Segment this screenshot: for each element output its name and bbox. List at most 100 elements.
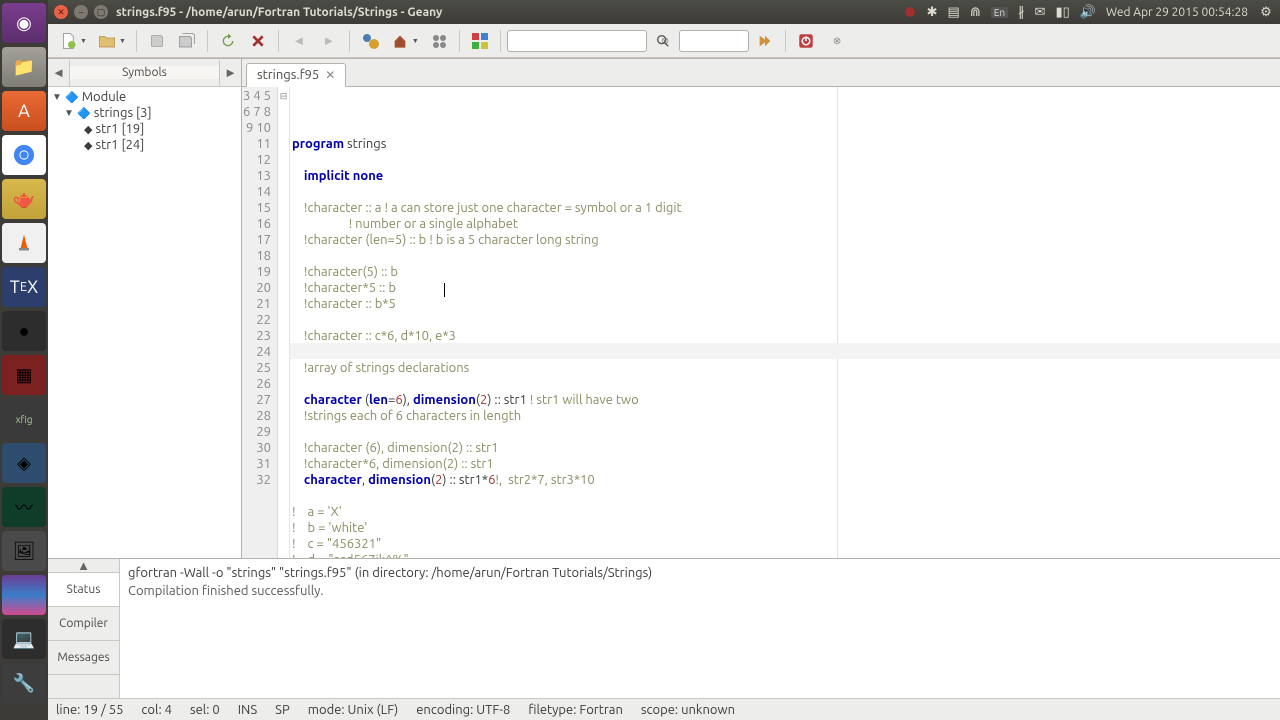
l11: !character(5) :: b bbox=[292, 265, 398, 279]
quit-button[interactable] bbox=[792, 27, 820, 55]
window-maximize[interactable]: ▢ bbox=[94, 5, 108, 19]
launcher-app3[interactable]: 〰 bbox=[2, 487, 46, 527]
toolbar: ▼ ▼ ◄ ► ▼ ⊗ ⊗ bbox=[48, 24, 1280, 58]
search-input[interactable] bbox=[512, 35, 661, 47]
record-icon[interactable] bbox=[903, 5, 917, 19]
l12: !character*5 :: b bbox=[292, 281, 396, 295]
save-button[interactable] bbox=[143, 27, 171, 55]
status-sel: sel: 0 bbox=[190, 703, 220, 717]
launcher-virtualbox[interactable]: ◈ bbox=[2, 443, 46, 483]
launcher-app7[interactable]: 🔧 bbox=[2, 663, 46, 703]
text-cursor bbox=[444, 283, 445, 297]
l15: !character :: c*6, d*10, e*3 bbox=[292, 329, 456, 343]
msg-tab-messages[interactable]: Messages bbox=[48, 641, 119, 675]
window-minimize[interactable]: – bbox=[74, 5, 88, 19]
launcher-geany[interactable]: 🫖 bbox=[2, 179, 46, 219]
open-dropdown[interactable]: ▼ bbox=[119, 37, 126, 45]
build-button[interactable] bbox=[386, 27, 414, 55]
statusbar: line: 19 / 55 col: 4 sel: 0 INS SP mode:… bbox=[48, 698, 1280, 720]
dropbox-icon[interactable]: ✱ bbox=[927, 5, 938, 20]
close-file-button[interactable] bbox=[244, 27, 272, 55]
tree-leaf2-label: str1 [24] bbox=[95, 138, 144, 152]
code-text[interactable]: program strings implicit none !character… bbox=[290, 87, 1280, 558]
search-field[interactable]: ⊗ bbox=[507, 30, 647, 52]
clock[interactable]: Wed Apr 29 2015 00:54:28 bbox=[1106, 6, 1248, 19]
status-filetype: filetype: Fortran bbox=[528, 703, 623, 717]
l3-rest: strings bbox=[344, 137, 386, 151]
close-tab-icon[interactable]: ✕ bbox=[325, 68, 335, 82]
msg-tab-status[interactable]: Status bbox=[48, 573, 119, 607]
launcher-dash[interactable]: ◉ bbox=[2, 3, 46, 43]
nav-back-button[interactable]: ◄ bbox=[285, 27, 313, 55]
goto-button[interactable] bbox=[751, 27, 779, 55]
launcher-app2[interactable]: ▦ bbox=[2, 355, 46, 395]
launcher-app1[interactable]: ● bbox=[2, 311, 46, 351]
tree-leaf1-label: str1 [19] bbox=[95, 122, 144, 136]
fold-margin[interactable]: ⊟ bbox=[278, 87, 290, 558]
sidebar-tab-symbols[interactable]: Symbols bbox=[70, 66, 219, 79]
code-area[interactable]: 3 4 5 6 7 8 9 10 11 12 13 14 15 16 17 18… bbox=[242, 87, 1280, 558]
color-chooser-button[interactable] bbox=[466, 27, 494, 55]
new-dropdown[interactable]: ▼ bbox=[80, 37, 87, 45]
battery-icon[interactable]: ▮▯ bbox=[1055, 5, 1069, 20]
launcher-tex[interactable]: TEX bbox=[2, 267, 46, 307]
sidebar: ◄ Symbols ► ▼🔷Module ▼🔷strings [3] ◆str1… bbox=[48, 59, 242, 558]
open-file-button[interactable] bbox=[93, 27, 121, 55]
program-icon: 🔷 bbox=[77, 107, 91, 120]
msg-collapse[interactable]: ▲ bbox=[48, 559, 119, 573]
sidebar-prev[interactable]: ◄ bbox=[48, 60, 70, 86]
status-line: line: 19 / 55 bbox=[56, 703, 123, 717]
window-title: strings.f95 - /home/arun/Fortran Tutoria… bbox=[116, 6, 442, 19]
msg-line-2: Compilation finished successfully. bbox=[128, 582, 1272, 600]
l20: !strings each of 6 characters in length bbox=[292, 409, 521, 423]
mail-icon[interactable]: ✉ bbox=[1035, 5, 1046, 20]
launcher-software[interactable]: A bbox=[2, 91, 46, 131]
launcher-chrome[interactable] bbox=[2, 135, 46, 175]
doc-icon[interactable]: ▤ bbox=[948, 5, 960, 20]
sidebar-next[interactable]: ► bbox=[219, 60, 241, 86]
new-file-button[interactable] bbox=[54, 27, 82, 55]
line-gutter: 3 4 5 6 7 8 9 10 11 12 13 14 15 16 17 18… bbox=[242, 87, 278, 558]
launcher-app6[interactable]: 💻 bbox=[2, 619, 46, 659]
tree-sub[interactable]: ▼🔷strings [3] bbox=[50, 105, 239, 121]
bluetooth-icon[interactable]: ∦ bbox=[1018, 5, 1025, 20]
l22: !character (6), dimension(2) :: str1 bbox=[292, 441, 498, 455]
status-col: col: 4 bbox=[141, 703, 172, 717]
tree-leaf-1[interactable]: ◆str1 [19] bbox=[50, 121, 239, 137]
file-tab[interactable]: strings.f95 ✕ bbox=[246, 63, 346, 87]
launcher-app4[interactable]: 🖼 bbox=[2, 531, 46, 571]
launcher-vlc[interactable] bbox=[2, 223, 46, 263]
geany-window: ✕ – ▢ strings.f95 - /home/arun/Fortran T… bbox=[48, 0, 1280, 720]
window-close[interactable]: ✕ bbox=[54, 5, 68, 19]
l17: !array of strings declarations bbox=[292, 361, 469, 375]
tree-leaf-2[interactable]: ◆str1 [24] bbox=[50, 137, 239, 153]
find-button[interactable] bbox=[649, 27, 677, 55]
tree-root[interactable]: ▼🔷Module bbox=[50, 89, 239, 105]
unity-launcher[interactable]: ◉ 📁 A 🫖 TEX ● ▦ xfig ◈ 〰 🖼 💻 🔧 bbox=[0, 0, 48, 720]
var-icon: ◆ bbox=[84, 139, 92, 152]
goto-field[interactable]: ⊗ bbox=[679, 30, 749, 52]
status-scope: scope: unknown bbox=[641, 703, 735, 717]
module-icon: 🔷 bbox=[65, 91, 79, 104]
msg-content[interactable]: gfortran -Wall -o "strings" "strings.f95… bbox=[120, 559, 1280, 698]
compile-button[interactable] bbox=[356, 27, 384, 55]
build-dropdown[interactable]: ▼ bbox=[412, 37, 419, 45]
msg-tab-compiler[interactable]: Compiler bbox=[48, 607, 119, 641]
file-tab-label: strings.f95 bbox=[257, 68, 319, 82]
l13: !character :: b*5 bbox=[292, 297, 396, 311]
nav-fwd-button[interactable]: ► bbox=[315, 27, 343, 55]
launcher-xfig[interactable]: xfig bbox=[2, 399, 46, 439]
tree-root-label: Module bbox=[82, 90, 127, 104]
symbol-tree[interactable]: ▼🔷Module ▼🔷strings [3] ◆str1 [19] ◆str1 … bbox=[48, 87, 241, 558]
wifi-icon[interactable]: ⋒ bbox=[970, 5, 981, 20]
reload-button[interactable] bbox=[214, 27, 242, 55]
launcher-files[interactable]: 📁 bbox=[2, 47, 46, 87]
goto-clear-icon[interactable]: ⊗ bbox=[833, 35, 841, 47]
l19a: character bbox=[304, 393, 362, 407]
save-all-button[interactable] bbox=[173, 27, 201, 55]
execute-button[interactable] bbox=[425, 27, 453, 55]
launcher-app5[interactable] bbox=[2, 575, 46, 615]
lang-indicator[interactable]: En bbox=[991, 7, 1008, 18]
volume-icon[interactable]: 🔊 bbox=[1080, 5, 1096, 20]
settings-icon[interactable]: ⚙ bbox=[1258, 5, 1274, 20]
